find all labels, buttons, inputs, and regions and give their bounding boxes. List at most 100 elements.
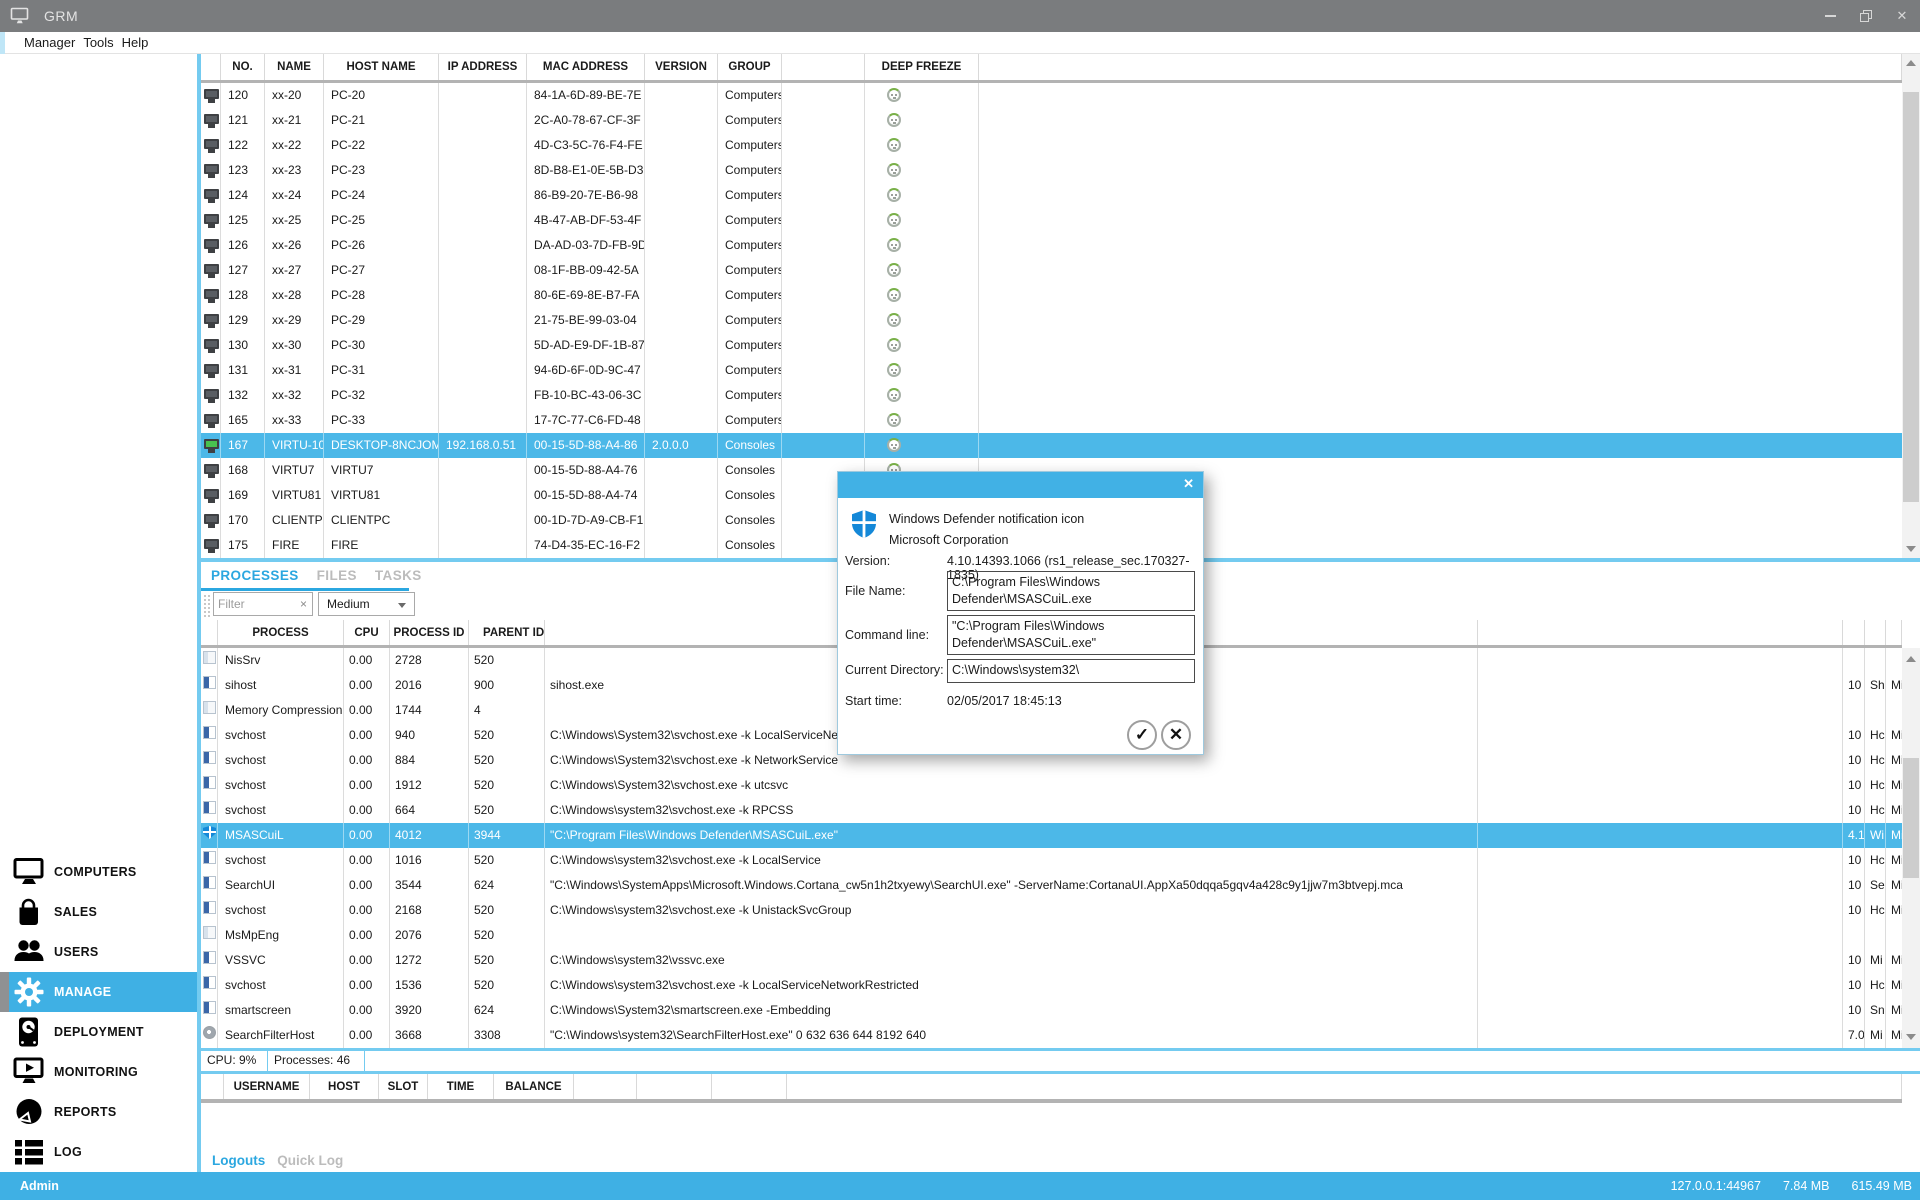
column-header[interactable]: VERSION <box>645 54 718 80</box>
column-header[interactable] <box>1478 620 1843 645</box>
column-header[interactable]: DEEP FREEZE <box>865 54 979 80</box>
computer-row[interactable]: 165 xx-33 PC-33 17-7C-77-C6-FD-48 Comput… <box>201 408 1902 433</box>
process-row[interactable]: svchost 0.00 2168 520 C:\Windows\system3… <box>201 898 1902 923</box>
close-button[interactable]: ✕ <box>1884 0 1920 32</box>
tab-quick-log[interactable]: Quick Log <box>277 1153 343 1168</box>
sidebar-item-log[interactable]: LOG <box>0 1132 197 1172</box>
tab-processes[interactable]: PROCESSES <box>211 568 299 583</box>
process-row[interactable]: VSSVC 0.00 1272 520 C:\Windows\system32\… <box>201 948 1902 973</box>
scroll-up-arrow[interactable] <box>1902 54 1920 72</box>
column-header[interactable] <box>782 54 865 80</box>
file-name-field[interactable]: C:\Program Files\Windows Defender\MSASCu… <box>947 571 1195 611</box>
scrollbar-thumb[interactable] <box>1903 758 1919 878</box>
process-scrollbar[interactable] <box>1902 648 1920 1048</box>
process-company <box>1886 698 1902 723</box>
minimize-button[interactable] <box>1812 0 1848 32</box>
computer-row[interactable]: 129 xx-29 PC-29 21-75-BE-99-03-04 Comput… <box>201 308 1902 333</box>
column-header[interactable]: BALANCE <box>494 1074 574 1099</box>
column-header[interactable] <box>712 1074 787 1099</box>
column-header[interactable]: TIME <box>428 1074 494 1099</box>
process-row[interactable]: SearchFilterHost 0.00 3668 3308 "C:\Wind… <box>201 1023 1902 1048</box>
computer-row[interactable]: 121 xx-21 PC-21 2C-A0-78-67-CF-3F Comput… <box>201 108 1902 133</box>
scroll-down-arrow[interactable] <box>1902 540 1920 558</box>
computer-row[interactable]: 120 xx-20 PC-20 84-1A-6D-89-BE-7E Comput… <box>201 83 1902 108</box>
dialog-close-icon[interactable]: ✕ <box>1183 476 1194 492</box>
computer-row[interactable]: 122 xx-22 PC-22 4D-C3-5C-76-F4-FE Comput… <box>201 133 1902 158</box>
column-header[interactable] <box>1843 620 1865 645</box>
sidebar-item-deployment[interactable]: DEPLOYMENT <box>0 1012 197 1052</box>
process-icon <box>203 726 216 739</box>
column-header[interactable] <box>637 1074 712 1099</box>
tab-tasks[interactable]: TASKS <box>375 568 422 583</box>
computers-scrollbar[interactable] <box>1902 54 1920 558</box>
filter-clear-icon[interactable]: × <box>300 597 307 611</box>
current-directory-field[interactable]: C:\Windows\system32\ <box>947 659 1195 683</box>
column-header[interactable]: GROUP <box>718 54 782 80</box>
sidebar-item-computers[interactable]: COMPUTERS <box>0 852 197 892</box>
process-row[interactable]: MsMpEng 0.00 2076 520 <box>201 923 1902 948</box>
column-header[interactable] <box>979 54 1902 80</box>
column-header[interactable] <box>1865 620 1886 645</box>
sidebar-item-monitoring[interactable]: MONITORING <box>0 1052 197 1092</box>
process-parent-id: 520 <box>469 748 545 773</box>
toolbar-drag-handle[interactable] <box>203 594 211 618</box>
column-header[interactable] <box>1886 620 1902 645</box>
column-header[interactable] <box>574 1074 637 1099</box>
column-header[interactable]: NO. <box>221 54 265 80</box>
process-row[interactable]: svchost 0.00 1536 520 C:\Windows\system3… <box>201 973 1902 998</box>
computer-row[interactable]: 124 xx-24 PC-24 86-B9-20-7E-B6-98 Comput… <box>201 183 1902 208</box>
sidebar-item-reports[interactable]: REPORTS <box>0 1092 197 1132</box>
column-header[interactable]: MAC ADDRESS <box>527 54 645 80</box>
scroll-up-arrow[interactable] <box>1902 650 1920 668</box>
column-header[interactable]: HOST <box>310 1074 379 1099</box>
column-header[interactable] <box>787 1074 1902 1099</box>
column-header[interactable] <box>201 1074 224 1099</box>
version-label: Version: <box>845 554 890 568</box>
tab-files[interactable]: FILES <box>317 568 357 583</box>
command-line-field[interactable]: "C:\Program Files\Windows Defender\MSASC… <box>947 615 1195 655</box>
filter-input[interactable] <box>218 594 290 614</box>
scroll-down-arrow[interactable] <box>1902 1028 1920 1046</box>
scrollbar-thumb[interactable] <box>1903 92 1919 502</box>
tab-logouts[interactable]: Logouts <box>212 1153 265 1168</box>
priority-dropdown[interactable]: Medium <box>318 592 415 616</box>
menu-item-manager[interactable]: Manager <box>20 35 79 50</box>
computer-row[interactable]: 126 xx-26 PC-26 DA-AD-03-7D-FB-9D Comput… <box>201 233 1902 258</box>
process-row[interactable]: MSASCuiL 0.00 4012 3944 "C:\Program File… <box>201 823 1902 848</box>
sidebar-item-manage[interactable]: MANAGE <box>0 972 197 1012</box>
computer-row[interactable]: 131 xx-31 PC-31 94-6D-6F-0D-9C-47 Comput… <box>201 358 1902 383</box>
restore-button[interactable] <box>1848 0 1884 32</box>
column-header[interactable]: NAME <box>265 54 324 80</box>
process-row[interactable]: smartscreen 0.00 3920 624 C:\Windows\Sys… <box>201 998 1902 1023</box>
sidebar-item-sales[interactable]: SALES <box>0 892 197 932</box>
computer-row[interactable]: 167 VIRTU-10 DESKTOP-8NCJOMS 192.168.0.5… <box>201 433 1902 458</box>
column-header[interactable] <box>201 620 218 645</box>
menu-item-tools[interactable]: Tools <box>79 35 117 50</box>
column-header[interactable]: SLOT <box>379 1074 428 1099</box>
process-row[interactable]: svchost 0.00 1912 520 C:\Windows\System3… <box>201 773 1902 798</box>
column-header[interactable]: IP ADDRESS <box>439 54 527 80</box>
deep-freeze-icon <box>887 163 901 177</box>
deep-freeze-icon <box>887 313 901 327</box>
computer-hostname: PC-29 <box>324 308 439 333</box>
computer-row[interactable]: 128 xx-28 PC-28 80-6E-69-8E-B7-FA Comput… <box>201 283 1902 308</box>
computer-row[interactable]: 130 xx-30 PC-30 5D-AD-E9-DF-1B-87 Comput… <box>201 333 1902 358</box>
column-header[interactable] <box>201 54 221 80</box>
column-header[interactable]: HOST NAME <box>324 54 439 80</box>
menu-item-help[interactable]: Help <box>118 35 153 50</box>
column-header[interactable]: PARENT ID <box>469 620 545 645</box>
process-row[interactable]: svchost 0.00 1016 520 C:\Windows\system3… <box>201 848 1902 873</box>
sidebar-item-users[interactable]: USERS <box>0 932 197 972</box>
computer-row[interactable]: 125 xx-25 PC-25 4B-47-AB-DF-53-4F Comput… <box>201 208 1902 233</box>
computer-row[interactable]: 123 xx-23 PC-23 8D-B8-E1-0E-5B-D3 Comput… <box>201 158 1902 183</box>
process-row[interactable]: SearchUI 0.00 3544 624 "C:\Windows\Syste… <box>201 873 1902 898</box>
column-header[interactable]: PROCESS ID <box>390 620 469 645</box>
computer-row[interactable]: 127 xx-27 PC-27 08-1F-BB-09-42-5A Comput… <box>201 258 1902 283</box>
process-row[interactable]: svchost 0.00 664 520 C:\Windows\system32… <box>201 798 1902 823</box>
column-header[interactable]: USERNAME <box>224 1074 310 1099</box>
computer-row[interactable]: 132 xx-32 PC-32 FB-10-BC-43-06-3C Comput… <box>201 383 1902 408</box>
column-header[interactable]: PROCESS <box>218 620 344 645</box>
cancel-button[interactable]: ✕ <box>1161 720 1191 750</box>
confirm-button[interactable]: ✓ <box>1127 720 1157 750</box>
column-header[interactable]: CPU <box>344 620 390 645</box>
